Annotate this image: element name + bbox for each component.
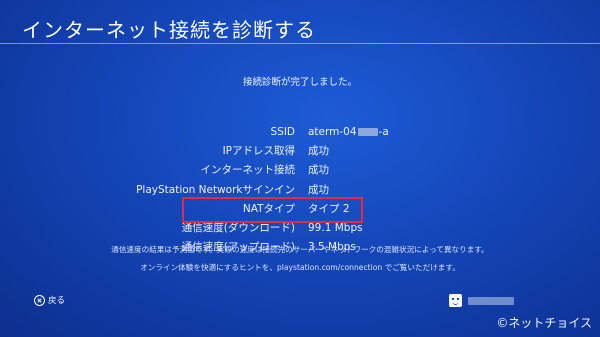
speed-disclaimer: 通信速度の結果は予測値です。実際の速度は接続先のサーバーやネットワークの混雑状況…: [111, 245, 489, 254]
result-value: 成功: [308, 164, 329, 177]
status-message: 接続診断が完了しました。: [242, 77, 357, 88]
avatar-icon: [449, 294, 462, 307]
username-mask: [468, 296, 514, 305]
result-label: SSID: [270, 126, 295, 138]
connection-tip: オンライン体験を快適にするヒントを、playstation.com/connec…: [140, 263, 460, 272]
result-value: 成功: [308, 145, 329, 158]
ssid-suffix: -a: [378, 126, 389, 138]
ssid-prefix: aterm-04: [308, 126, 357, 138]
ssid-mask: [357, 128, 378, 136]
result-row-internet: インターネット接続 成功: [0, 161, 600, 180]
result-label: インターネット接続: [200, 164, 296, 177]
result-row-ip: IPアドレス取得 成功: [0, 142, 600, 161]
back-button[interactable]: 戻る: [34, 294, 65, 306]
result-row-ssid: SSID aterm-04 -a: [0, 123, 600, 142]
results-list: SSID aterm-04 -a IPアドレス取得 成功 インターネット接続 成功…: [0, 123, 600, 257]
download-highlight-box: [182, 197, 363, 223]
page-title: インターネット接続を診断する: [22, 18, 316, 42]
result-label: IPアドレス取得: [222, 145, 295, 158]
user-indicator: [449, 294, 514, 307]
result-value: aterm-04 -a: [308, 123, 389, 142]
cross-button-icon: [34, 294, 45, 306]
title-divider: [0, 43, 600, 44]
watermark: ©ネットチョイス: [496, 316, 592, 330]
back-label: 戻る: [48, 296, 66, 306]
